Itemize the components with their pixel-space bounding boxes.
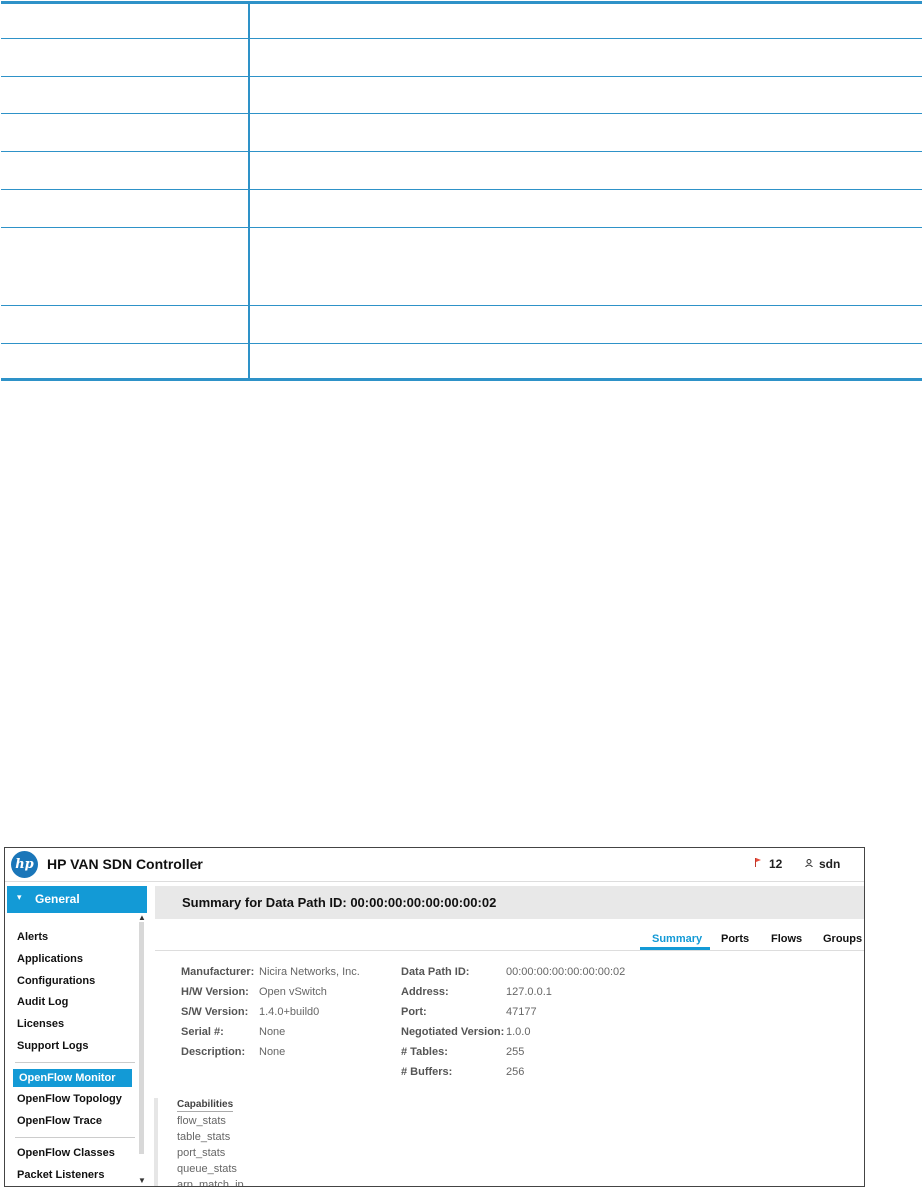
sidebar-item-openflow-trace[interactable]: OpenFlow Trace [17,1115,102,1127]
detail-key: # Tables: [401,1046,448,1058]
table-row [1,38,922,39]
table-row [1,113,922,114]
detail-key: Port: [401,1006,427,1018]
user-icon[interactable] [805,859,813,867]
nav-section-label: General [35,892,80,906]
table-row [1,189,922,190]
table-row [1,227,922,228]
detail-value: None [259,1026,286,1038]
detail-key: Manufacturer: [181,966,255,978]
detail-key: S/W Version: [181,1006,249,1018]
capability-item: port_stats [177,1147,226,1159]
detail-value: 00:00:00:00:00:00:00:02 [506,966,626,978]
flag-icon[interactable] [755,858,761,867]
sidebar-item-openflow-classes[interactable]: OpenFlow Classes [17,1147,115,1159]
sidebar-item-configurations[interactable]: Configurations [17,975,95,987]
scroll-up-icon[interactable]: ▲ [138,913,146,922]
sidebar-item-packet-listeners[interactable]: Packet Listeners [17,1169,104,1181]
sidebar-item-support-logs[interactable]: Support Logs [17,1040,89,1052]
sidebar-item-openflow-monitor[interactable]: OpenFlow Monitor [13,1069,132,1087]
sidebar-item-audit-log[interactable]: Audit Log [17,996,68,1008]
tab-bar: Summary Ports Flows Groups [155,919,864,951]
table-row [1,343,922,344]
capability-item: table_stats [177,1131,231,1143]
sidebar-item-applications[interactable]: Applications [17,953,83,965]
table-row [1,151,922,152]
chevron-down-icon[interactable]: ⌄ [193,857,201,868]
hp-logo: hp [11,851,38,878]
sidebar: ▾ General ▲ ▼ Alerts Applications Config… [5,886,155,1186]
detail-value: 127.0.0.1 [506,986,552,998]
detail-key: H/W Version: [181,986,249,998]
table-row [1,305,922,306]
sidebar-item-alerts[interactable]: Alerts [17,931,48,943]
nav-section-general[interactable]: ▾ General [7,886,147,913]
detail-value: 1.4.0+build0 [259,1006,320,1018]
tab-ports[interactable]: Ports [721,933,749,945]
doc-table [1,1,922,381]
page-title: Summary for Data Path ID: 00:00:00:00:00… [182,895,497,910]
sidebar-scrollbar[interactable] [139,922,144,1154]
tab-summary[interactable]: Summary [652,933,702,945]
active-tab-indicator [640,947,710,950]
nav-divider [15,1062,135,1063]
capability-item: queue_stats [177,1163,237,1175]
main-content: Summary for Data Path ID: 00:00:00:00:00… [155,886,864,1187]
detail-key: Address: [401,986,449,998]
detail-value: 47177 [506,1006,537,1018]
tab-flows[interactable]: Flows [771,933,802,945]
tab-groups[interactable]: Groups [823,933,862,945]
table-column-divider [248,4,250,378]
scroll-down-icon[interactable]: ▼ [138,1176,146,1185]
app-title: HP VAN SDN Controller [47,856,203,872]
user-name[interactable]: sdn [819,857,840,871]
summary-bar: Summary for Data Path ID: 00:00:00:00:00… [155,886,864,919]
detail-value: 255 [506,1046,525,1058]
detail-key: Description: [181,1046,246,1058]
table-row [1,76,922,77]
chevron-down-icon: ▾ [17,892,22,902]
detail-value: Open vSwitch [259,986,327,998]
detail-value: 1.0.0 [506,1026,531,1038]
detail-key: # Buffers: [401,1066,453,1078]
app-header: hp HP VAN SDN Controller ⌄ 12 sdn [5,848,864,882]
capability-item: flow_stats [177,1115,226,1127]
nav-divider [15,1137,135,1138]
detail-key: Negotiated Version: [401,1026,505,1038]
detail-value: 256 [506,1066,525,1078]
sidebar-item-openflow-topology[interactable]: OpenFlow Topology [17,1093,122,1105]
detail-value: None [259,1046,286,1058]
detail-key: Serial #: [181,1026,224,1038]
app-window: hp HP VAN SDN Controller ⌄ 12 sdn ▾ Gene… [4,847,865,1187]
capability-item: arp_match_ip [177,1179,244,1187]
detail-key: Data Path ID: [401,966,470,978]
alert-count[interactable]: 12 [769,857,782,871]
detail-value: Nicira Networks, Inc. [259,966,360,978]
capabilities-title: Capabilities [177,1099,234,1112]
sidebar-item-licenses[interactable]: Licenses [17,1018,64,1030]
